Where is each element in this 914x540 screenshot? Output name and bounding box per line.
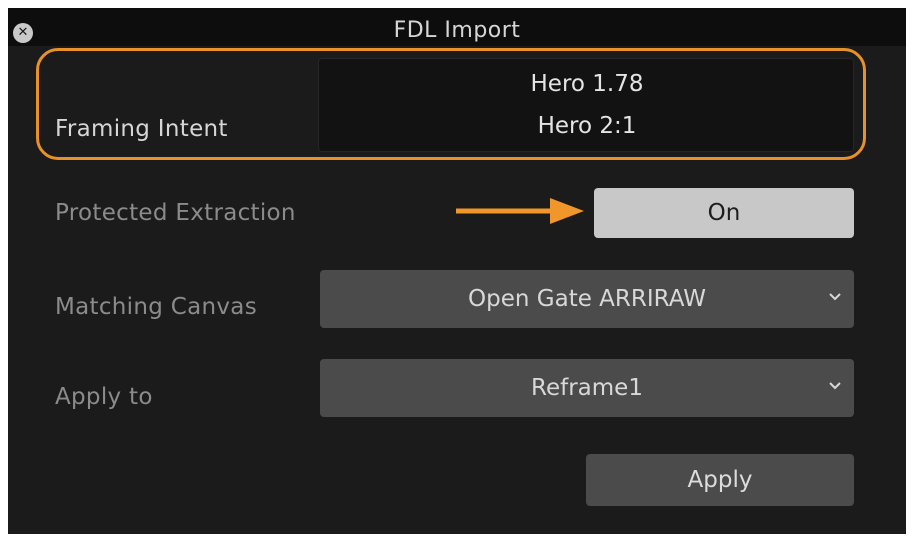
framing-intent-label: Framing Intent: [55, 116, 228, 142]
chevron-down-icon: [829, 382, 841, 390]
framing-intent-option[interactable]: Hero 2:1: [319, 113, 855, 139]
arrow-right-icon: [456, 198, 584, 224]
protected-extraction-toggle[interactable]: On: [594, 188, 854, 238]
framing-intent-option[interactable]: Hero 1.78: [319, 71, 855, 97]
protected-extraction-label: Protected Extraction: [55, 200, 296, 226]
matching-canvas-value: Open Gate ARRIRAW: [468, 286, 706, 312]
dialog-title: FDL Import: [393, 18, 521, 43]
matching-canvas-dropdown[interactable]: Open Gate ARRIRAW: [320, 270, 854, 328]
fdl-import-dialog: ✕ FDL Import Framing Intent Hero 1.78 He…: [8, 8, 906, 534]
apply-to-value: Reframe1: [531, 375, 643, 401]
chevron-down-icon: [829, 293, 841, 301]
apply-to-label: Apply to: [55, 384, 153, 410]
framing-intent-list[interactable]: Hero 1.78 Hero 2:1: [318, 58, 854, 152]
apply-to-dropdown[interactable]: Reframe1: [320, 359, 854, 417]
matching-canvas-label: Matching Canvas: [55, 294, 257, 320]
apply-button[interactable]: Apply: [586, 454, 854, 506]
title-bar: ✕ FDL Import: [8, 8, 906, 46]
screenshot-frame: ✕ FDL Import Framing Intent Hero 1.78 He…: [0, 0, 914, 540]
